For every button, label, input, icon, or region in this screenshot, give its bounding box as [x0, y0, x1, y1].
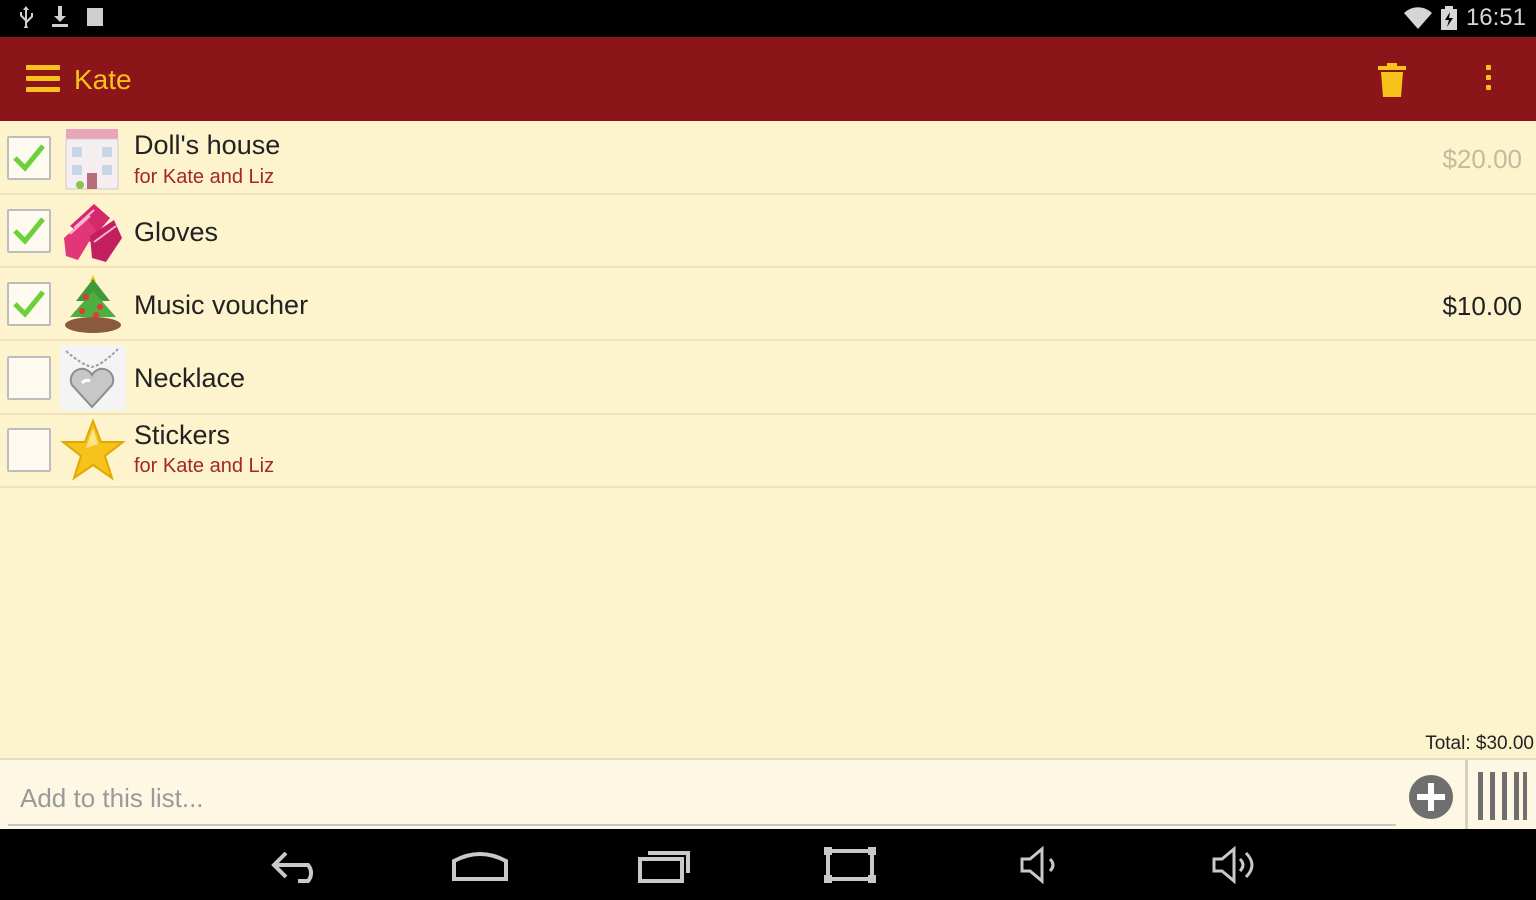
trash-icon[interactable] [1376, 63, 1408, 97]
checkmark-icon [13, 144, 45, 172]
item-name: Stickers [134, 420, 231, 450]
list-total: Total: $30.00 [1425, 733, 1534, 754]
item-note: for Kate and Liz [134, 455, 275, 477]
add-item-icon[interactable] [1408, 774, 1454, 820]
heart-necklace-icon [60, 345, 126, 411]
list-title: Kate [74, 64, 132, 95]
battery-icon [1440, 6, 1457, 30]
app-bar: Kate [0, 37, 1536, 121]
list-item[interactable]: Gloves [0, 195, 1536, 268]
download-icon [52, 6, 68, 27]
back-icon[interactable] [268, 845, 328, 885]
wifi-icon [1403, 7, 1432, 29]
usb-icon [20, 6, 33, 28]
item-checkbox[interactable] [7, 356, 51, 400]
list-item[interactable]: Music voucher $10.00 [0, 268, 1536, 341]
status-left-icons [18, 6, 104, 28]
item-checkbox[interactable] [7, 282, 51, 326]
add-item-bar [0, 758, 1536, 831]
checkmark-icon [13, 217, 45, 245]
screenshot-icon[interactable] [820, 845, 880, 885]
more-icon[interactable] [1478, 65, 1498, 97]
item-checkbox[interactable] [7, 136, 51, 180]
item-price: $20.00 [1442, 144, 1522, 174]
menu-icon[interactable] [26, 65, 60, 93]
item-name: Music voucher [134, 290, 309, 320]
item-list: Doll's house for Kate and Liz $20.00 Glo… [0, 121, 1536, 488]
gloves-icon [64, 204, 122, 262]
volume-up-icon[interactable] [1206, 845, 1266, 885]
list-item[interactable]: Doll's house for Kate and Liz $20.00 [0, 121, 1536, 195]
volume-down-icon[interactable] [1012, 845, 1072, 885]
list-item[interactable]: Stickers for Kate and Liz [0, 415, 1536, 488]
christmas-tree-icon [65, 275, 121, 333]
recents-icon[interactable] [636, 845, 696, 885]
dollhouse-icon [65, 129, 119, 190]
item-name: Doll's house [134, 130, 281, 160]
status-right: 16:51 [1403, 4, 1526, 32]
item-note: for Kate and Liz [134, 166, 275, 188]
item-checkbox[interactable] [7, 428, 51, 472]
navigation-bar [0, 829, 1536, 900]
item-price: $10.00 [1442, 291, 1522, 321]
star-icon [60, 418, 126, 481]
item-checkbox[interactable] [7, 209, 51, 253]
status-bar: 16:51 [0, 0, 1536, 37]
item-name: Necklace [134, 363, 246, 393]
checkmark-icon [13, 290, 45, 318]
item-name: Gloves [134, 217, 219, 247]
add-item-input[interactable] [8, 772, 1396, 826]
home-icon[interactable] [450, 845, 510, 885]
status-time: 16:51 [1465, 4, 1526, 31]
add-bar-divider [1465, 760, 1468, 831]
notification-icon [87, 8, 103, 26]
barcode-scan-icon[interactable] [1476, 772, 1528, 820]
list-item[interactable]: Necklace [0, 341, 1536, 415]
